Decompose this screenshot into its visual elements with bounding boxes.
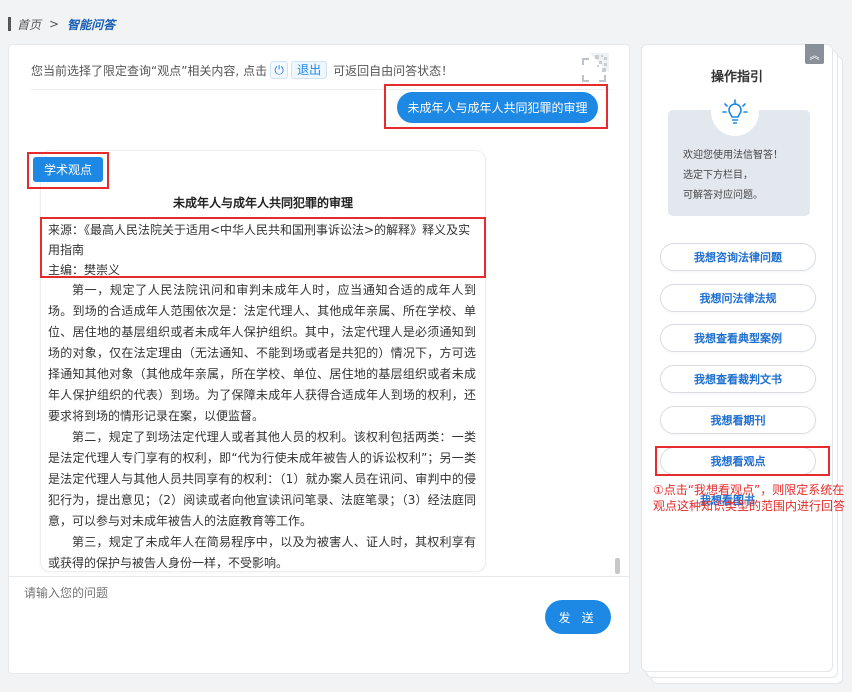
answer-body: 第一，规定了人民法院讯问和审判未成年人时，应当通知合适的成年人到场。到场的合适成… <box>48 280 476 572</box>
answer-source: 来源：《最高人民法院关于适用<中华人民共和国刑事诉讼法>的解释》释义及实用指南 … <box>48 220 478 280</box>
answer-paragraph: 第三，规定了未成年人在简易程序中，以及为被害人、证人时，其权利享有或获得的保护与… <box>48 535 476 570</box>
guide-text: 欢迎您使用法信智答！ 选定下方栏目， 可解答对应问题。 <box>683 146 809 206</box>
question-input[interactable] <box>24 586 524 600</box>
sidebar-title: 操作指引 <box>710 70 763 85</box>
guide-line: 选定下方栏目， <box>683 170 753 181</box>
editor-text: 主编：樊崇义 <box>48 263 121 277</box>
guide-line: 可解答对应问题。 <box>683 190 763 201</box>
qr-code-icon[interactable] <box>575 51 609 85</box>
breadcrumb-bar <box>8 17 11 31</box>
collapse-icon[interactable]: ︽ <box>805 44 824 64</box>
viewpoints-highlight <box>655 446 830 476</box>
option-legal-consult[interactable]: 我想咨询法律问题 <box>660 243 816 271</box>
breadcrumb-current: 智能问答 <box>67 17 116 32</box>
guide-line: 欢迎您使用法信智答！ <box>683 150 783 161</box>
restriction-notice: 您当前选择了限定查询“观点”相关内容, 点击 ⏻ 退出 可返回自由问答状态！ <box>31 61 453 79</box>
answer-type-tag: 学术观点 <box>33 157 103 182</box>
option-journals[interactable]: 我想看期刊 <box>660 406 816 434</box>
breadcrumb-home[interactable]: 首页 <box>17 16 41 33</box>
notice-prefix: 您当前选择了限定查询“观点”相关内容, 点击 <box>31 63 268 78</box>
answer-paragraph: 第二，规定了到场法定代理人或者其他人员的权利。该权利包括两类：一类是法定代理人专… <box>48 430 476 528</box>
breadcrumb-separator: > <box>49 17 60 31</box>
user-message-bubble: 未成年人与成年人共同犯罪的审理 <box>397 92 598 123</box>
annotation-note: ①点击“我想看观点”，则限定系统在观点这种知识类型的范围内进行回答 <box>653 483 846 513</box>
exit-button[interactable]: 退出 <box>291 61 328 79</box>
notice-suffix: 可返回自由问答状态！ <box>333 63 454 78</box>
input-divider <box>8 576 630 577</box>
power-icon[interactable]: ⏻ <box>270 61 289 79</box>
chat-scrollbar[interactable] <box>615 558 620 574</box>
breadcrumb: 首页 > 智能问答 <box>8 14 115 34</box>
lightbulb-icon <box>711 88 759 136</box>
answer-paragraph: 第一，规定了人民法院讯问和审判未成年人时，应当通知合适的成年人到场。到场的合适成… <box>48 283 476 423</box>
option-cases[interactable]: 我想查看典型案例 <box>660 324 816 352</box>
source-text: 来源：《最高人民法院关于适用<中华人民共和国刑事诉讼法>的解释》释义及实用指南 <box>48 223 471 257</box>
answer-title: 未成年人与成年人共同犯罪的审理 <box>172 196 353 210</box>
option-laws[interactable]: 我想问法律法规 <box>660 284 816 312</box>
send-button[interactable]: 发 送 <box>545 600 611 634</box>
option-judgments[interactable]: 我想查看裁判文书 <box>660 365 816 393</box>
